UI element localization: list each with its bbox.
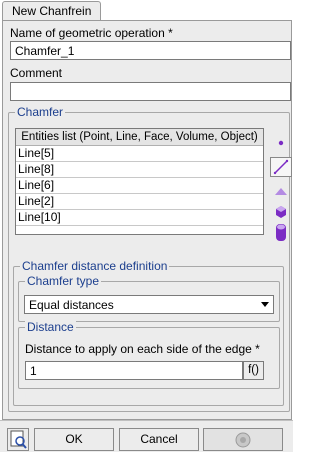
- chevron-down-icon: [261, 302, 269, 307]
- chamfer-type-group: Chamfer type Equal distances: [18, 274, 280, 322]
- face-filter-icon[interactable]: [270, 181, 292, 201]
- distance-group: Distance Distance to apply on each side …: [18, 320, 280, 389]
- distance-input[interactable]: 1: [25, 361, 243, 380]
- comment-field[interactable]: [10, 82, 291, 101]
- cancel-button[interactable]: Cancel: [119, 428, 199, 451]
- list-item[interactable]: Line[10]: [16, 210, 263, 226]
- distance-legend: Distance: [25, 320, 76, 334]
- line-filter-icon[interactable]: [270, 157, 292, 177]
- ok-button[interactable]: OK: [34, 428, 114, 451]
- bottom-bar: OK Cancel: [0, 420, 293, 452]
- list-item[interactable]: Line[8]: [16, 162, 263, 178]
- tab-bar: New Chanfrein: [0, 0, 293, 21]
- distance-definition-group: Chamfer distance definition Chamfer type…: [13, 259, 284, 406]
- list-item[interactable]: Line[2]: [16, 194, 263, 210]
- point-filter-icon[interactable]: [270, 133, 292, 153]
- entities-list[interactable]: Entities list (Point, Line, Face, Volume…: [15, 128, 264, 235]
- name-field[interactable]: Chamfer_1: [10, 41, 291, 60]
- chamfer-type-legend: Chamfer type: [25, 274, 102, 288]
- function-button[interactable]: f(): [243, 361, 264, 380]
- preview-icon: [10, 430, 27, 449]
- chamfer-group: Chamfer Entities list (Point, Line, Face…: [8, 105, 292, 412]
- volume-filter-icon[interactable]: [270, 201, 292, 221]
- help-button[interactable]: [203, 428, 283, 451]
- list-item[interactable]: Line[6]: [16, 178, 263, 194]
- chamfer-type-select[interactable]: Equal distances: [24, 295, 274, 314]
- comment-label: Comment: [10, 66, 63, 80]
- entities-list-header: Entities list (Point, Line, Face, Volume…: [16, 129, 263, 146]
- chamfer-legend: Chamfer: [15, 105, 66, 119]
- definition-legend: Chamfer distance definition: [20, 259, 170, 273]
- operation-panel: Name of geometric operation * Chamfer_1 …: [2, 20, 292, 420]
- list-item[interactable]: Line[5]: [16, 146, 263, 162]
- chamfer-type-value: Equal distances: [29, 298, 114, 312]
- name-label: Name of geometric operation *: [10, 26, 173, 40]
- distance-label: Distance to apply on each side of the ed…: [25, 342, 260, 356]
- tab-new-chanfrein[interactable]: New Chanfrein: [2, 1, 102, 21]
- help-icon: [235, 432, 251, 448]
- preview-button[interactable]: [7, 428, 29, 451]
- object-filter-icon[interactable]: [270, 221, 292, 241]
